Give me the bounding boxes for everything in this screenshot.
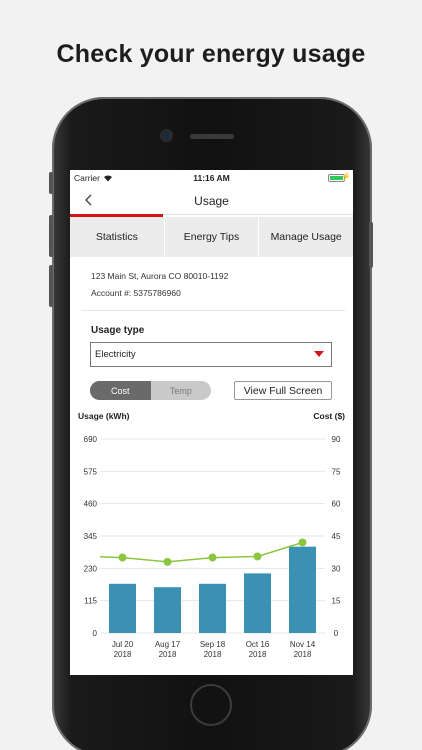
tab-statistics[interactable]: Statistics xyxy=(70,217,165,257)
bar xyxy=(154,587,181,633)
mute-switch xyxy=(49,172,53,194)
y2-tick-label: 0 xyxy=(334,629,339,638)
y2-tick-label: 45 xyxy=(332,532,341,541)
cost-point xyxy=(163,557,172,566)
y-tick-label: 690 xyxy=(84,435,98,444)
nav-bar: Usage xyxy=(70,186,353,215)
x-tick-year: 2018 xyxy=(294,650,312,659)
toggle-cost[interactable]: Cost xyxy=(90,381,151,400)
bar xyxy=(244,573,271,633)
app-screen: Carrier 11:16 AM ⚡ Usage Statistics Ener… xyxy=(70,170,353,675)
cost-point xyxy=(298,538,307,547)
x-tick-label: Nov 14 xyxy=(290,640,316,649)
x-tick-label: Aug 17 xyxy=(155,640,181,649)
page-title: Usage xyxy=(194,194,229,208)
account-number: Account #: 5375786960 xyxy=(91,288,181,298)
x-tick-year: 2018 xyxy=(249,650,267,659)
x-tick-label: Oct 16 xyxy=(246,640,270,649)
y2-tick-label: 60 xyxy=(332,500,341,509)
divider xyxy=(82,310,345,311)
bar xyxy=(109,583,136,633)
cost-point xyxy=(118,553,127,562)
service-address: 123 Main St, Aurora CO 80010-1192 xyxy=(91,271,229,281)
y-tick-label: 460 xyxy=(84,500,98,509)
home-button[interactable] xyxy=(190,684,232,726)
usage-type-label: Usage type xyxy=(91,325,145,336)
tab-manage-usage[interactable]: Manage Usage xyxy=(259,217,353,257)
tab-bar: Statistics Energy Tips Manage Usage xyxy=(70,217,353,257)
y-tick-label: 230 xyxy=(84,564,98,573)
usage-chart: Usage (kWh) Cost ($) 0 0 115 15 230 30 345 45 460 6… xyxy=(78,411,345,659)
y-tick-label: 115 xyxy=(84,597,97,606)
y-axis-title: Usage (kWh) xyxy=(78,411,130,421)
bar xyxy=(199,583,226,633)
usage-type-select[interactable]: Electricity xyxy=(90,342,332,367)
y2-tick-label: 75 xyxy=(332,467,341,476)
account-info: 123 Main St, Aurora CO 80010-1192 Accoun… xyxy=(91,268,228,302)
power-button xyxy=(369,222,373,268)
cost-temp-toggle[interactable]: Cost Temp xyxy=(90,381,211,400)
cost-point xyxy=(253,552,262,561)
x-tick-year: 2018 xyxy=(114,650,132,659)
bar xyxy=(289,546,316,633)
y2-tick-label: 30 xyxy=(332,564,341,573)
volume-up-button xyxy=(49,215,53,257)
camera-icon xyxy=(162,131,171,140)
y-tick-label: 575 xyxy=(84,467,98,476)
x-tick-label: Jul 20 xyxy=(112,640,134,649)
headline: Check your energy usage xyxy=(56,40,366,68)
y2-tick-label: 15 xyxy=(332,597,341,606)
x-tick-year: 2018 xyxy=(204,650,222,659)
status-bar: Carrier 11:16 AM ⚡ xyxy=(70,170,353,186)
usage-type-value: Electricity xyxy=(95,349,136,360)
volume-down-button xyxy=(49,265,53,307)
x-tick-label: Sep 18 xyxy=(200,640,226,649)
tab-energy-tips[interactable]: Energy Tips xyxy=(165,217,260,257)
cost-series-line xyxy=(99,541,303,563)
charging-icon: ⚡ xyxy=(341,172,351,181)
speaker-grille xyxy=(190,134,234,139)
y2-tick-label: 90 xyxy=(332,435,341,444)
y-tick-label: 345 xyxy=(84,532,98,541)
y2-axis-title: Cost ($) xyxy=(313,411,345,421)
view-full-screen-button[interactable]: View Full Screen xyxy=(234,381,332,400)
toggle-temp[interactable]: Temp xyxy=(151,381,212,400)
x-tick-year: 2018 xyxy=(159,650,177,659)
y-tick-label: 0 xyxy=(93,629,98,638)
cost-point xyxy=(208,553,217,562)
status-time: 11:16 AM xyxy=(193,173,230,183)
dropdown-arrow-icon xyxy=(314,351,324,357)
